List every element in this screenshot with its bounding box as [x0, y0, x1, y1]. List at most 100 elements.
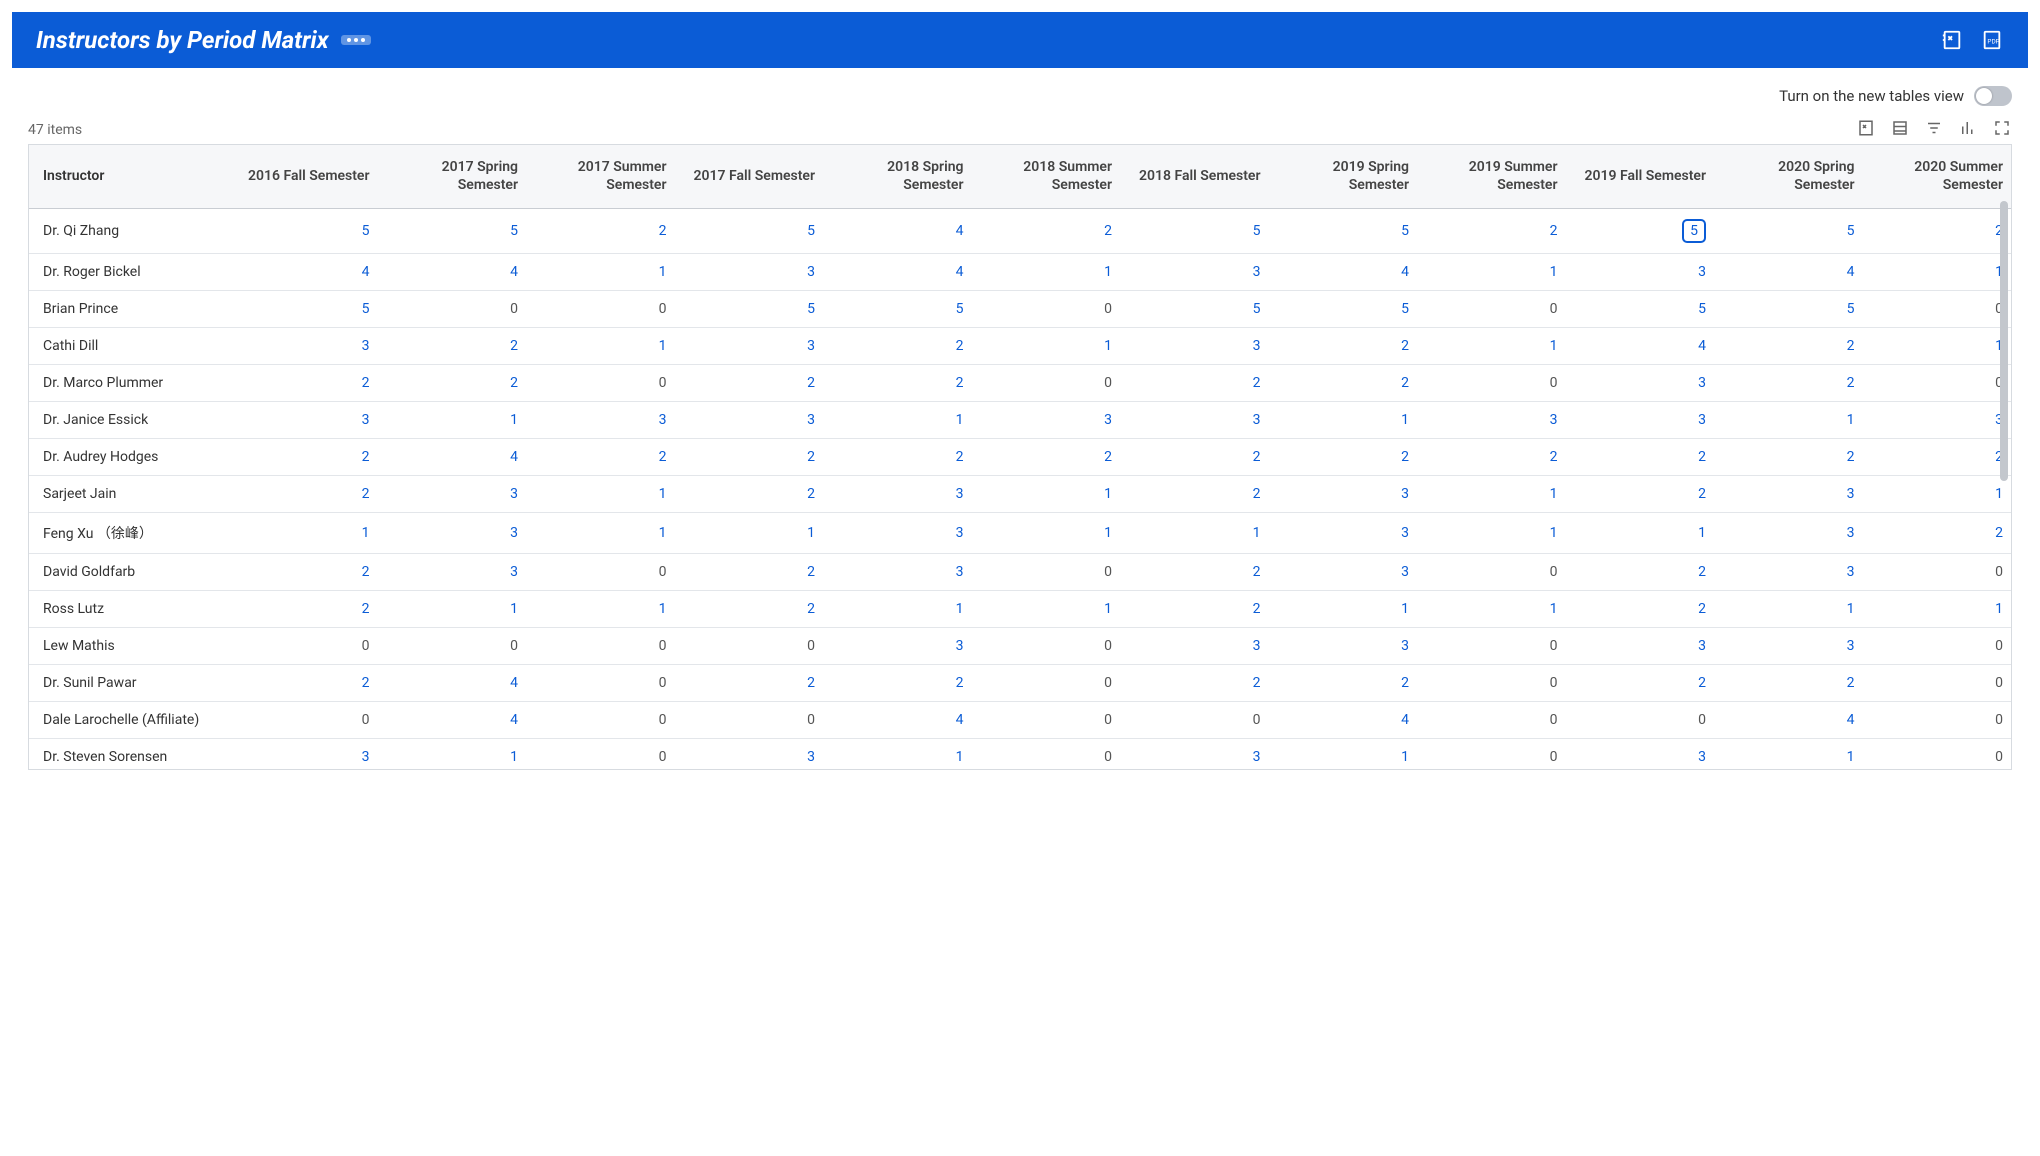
- cell-value[interactable]: 1: [526, 513, 675, 554]
- cell-value[interactable]: 3: [823, 476, 972, 513]
- instructor-name[interactable]: Dale Larochelle (Affiliate): [29, 702, 229, 739]
- cell-value[interactable]: 3: [1566, 402, 1715, 439]
- cell-value[interactable]: 1: [972, 476, 1121, 513]
- cell-value[interactable]: 5: [675, 291, 824, 328]
- cell-value[interactable]: 2: [1714, 439, 1863, 476]
- cell-value[interactable]: 3: [1269, 513, 1418, 554]
- cell-value[interactable]: 4: [1269, 702, 1418, 739]
- cell-value[interactable]: 3: [1566, 628, 1715, 665]
- cell-value[interactable]: 1: [972, 513, 1121, 554]
- cell-value[interactable]: 3: [1417, 402, 1566, 439]
- cell-value[interactable]: 2: [1120, 665, 1269, 702]
- instructor-name[interactable]: Sarjeet Jain: [29, 476, 229, 513]
- cell-value[interactable]: 2: [675, 476, 824, 513]
- cell-value[interactable]: 2: [526, 439, 675, 476]
- instructor-name[interactable]: Dr. Marco Plummer: [29, 365, 229, 402]
- cell-value[interactable]: 3: [675, 402, 824, 439]
- cell-value[interactable]: 2: [1120, 439, 1269, 476]
- cell-value[interactable]: 1: [378, 402, 527, 439]
- cell-value[interactable]: 1: [526, 254, 675, 291]
- cell-value[interactable]: 2: [1566, 554, 1715, 591]
- cell-value[interactable]: 1: [972, 254, 1121, 291]
- cell-value[interactable]: 2: [1120, 365, 1269, 402]
- cell-value[interactable]: 1: [1417, 328, 1566, 365]
- cell-value[interactable]: 2: [675, 439, 824, 476]
- cell-value[interactable]: 3: [1714, 628, 1863, 665]
- cell-value[interactable]: 2: [378, 365, 527, 402]
- instructor-name[interactable]: Dr. Roger Bickel: [29, 254, 229, 291]
- instructor-name[interactable]: Dr. Qi Zhang: [29, 209, 229, 254]
- cell-value[interactable]: 2: [823, 328, 972, 365]
- cell-value[interactable]: 2: [229, 365, 378, 402]
- cell-value[interactable]: 4: [378, 665, 527, 702]
- cell-value[interactable]: 2: [1417, 209, 1566, 254]
- cell-value[interactable]: 2: [1120, 554, 1269, 591]
- instructor-name[interactable]: Cathi Dill: [29, 328, 229, 365]
- cell-value[interactable]: 4: [1269, 254, 1418, 291]
- cell-value[interactable]: 3: [823, 628, 972, 665]
- cell-value[interactable]: 1: [1417, 513, 1566, 554]
- cell-value[interactable]: 1: [1863, 328, 2012, 365]
- cell-value[interactable]: 2: [229, 476, 378, 513]
- cell-value[interactable]: 1: [1863, 254, 2012, 291]
- table-chart-icon[interactable]: [1958, 118, 1978, 138]
- cell-value[interactable]: 1: [675, 513, 824, 554]
- cell-value[interactable]: 3: [1863, 402, 2012, 439]
- col-header-period[interactable]: 2019 Summer Semester: [1417, 145, 1566, 209]
- cell-value[interactable]: 1: [1417, 254, 1566, 291]
- cell-value[interactable]: 1: [823, 739, 972, 769]
- table-grid-icon[interactable]: [1890, 118, 1910, 138]
- cell-value[interactable]: 2: [972, 209, 1121, 254]
- cell-value[interactable]: 3: [1120, 254, 1269, 291]
- cell-value[interactable]: 3: [823, 513, 972, 554]
- cell-value[interactable]: 3: [1269, 476, 1418, 513]
- cell-value[interactable]: 5: [1269, 209, 1418, 254]
- instructor-name[interactable]: Lew Mathis: [29, 628, 229, 665]
- cell-value[interactable]: 5: [229, 209, 378, 254]
- instructor-name[interactable]: Feng Xu （徐峰）: [29, 513, 229, 554]
- col-header-period[interactable]: 2016 Fall Semester: [229, 145, 378, 209]
- cell-value[interactable]: 3: [378, 554, 527, 591]
- title-actions-menu[interactable]: [341, 35, 371, 45]
- cell-value[interactable]: 2: [1269, 365, 1418, 402]
- cell-value[interactable]: 5: [1566, 209, 1715, 254]
- cell-value[interactable]: 4: [378, 254, 527, 291]
- cell-value[interactable]: 1: [1417, 476, 1566, 513]
- cell-value[interactable]: 2: [378, 328, 527, 365]
- col-header-period[interactable]: 2018 Spring Semester: [823, 145, 972, 209]
- cell-value[interactable]: 4: [1566, 328, 1715, 365]
- export-pdf-icon[interactable]: PDF: [1980, 28, 2004, 52]
- cell-value[interactable]: 1: [526, 591, 675, 628]
- cell-value[interactable]: 2: [1417, 439, 1566, 476]
- cell-value[interactable]: 2: [675, 591, 824, 628]
- cell-value[interactable]: 1: [1269, 402, 1418, 439]
- cell-value[interactable]: 5: [229, 291, 378, 328]
- cell-value[interactable]: 1: [972, 591, 1121, 628]
- cell-value[interactable]: 1: [823, 402, 972, 439]
- col-header-period[interactable]: 2017 Spring Semester: [378, 145, 527, 209]
- cell-value[interactable]: 5: [1120, 209, 1269, 254]
- cell-value[interactable]: 1: [1269, 591, 1418, 628]
- cell-value[interactable]: 4: [1714, 254, 1863, 291]
- cell-value[interactable]: 3: [1120, 739, 1269, 769]
- cell-value[interactable]: 1: [1120, 513, 1269, 554]
- instructor-name[interactable]: David Goldfarb: [29, 554, 229, 591]
- cell-value[interactable]: 5: [1269, 291, 1418, 328]
- cell-value[interactable]: 2: [972, 439, 1121, 476]
- cell-value[interactable]: 4: [229, 254, 378, 291]
- instructor-name[interactable]: Dr. Sunil Pawar: [29, 665, 229, 702]
- col-header-period[interactable]: 2019 Spring Semester: [1269, 145, 1418, 209]
- cell-value[interactable]: 4: [823, 209, 972, 254]
- cell-value[interactable]: 3: [229, 739, 378, 769]
- cell-value[interactable]: 1: [378, 739, 527, 769]
- cell-value[interactable]: 3: [675, 739, 824, 769]
- cell-value[interactable]: 3: [526, 402, 675, 439]
- export-excel-icon[interactable]: [1940, 28, 1964, 52]
- cell-value[interactable]: 1: [972, 328, 1121, 365]
- cell-value[interactable]: 3: [1714, 476, 1863, 513]
- cell-value[interactable]: 2: [1714, 665, 1863, 702]
- cell-value[interactable]: 1: [823, 591, 972, 628]
- cell-value[interactable]: 2: [1269, 439, 1418, 476]
- cell-value[interactable]: 1: [1269, 739, 1418, 769]
- cell-value[interactable]: 1: [1417, 591, 1566, 628]
